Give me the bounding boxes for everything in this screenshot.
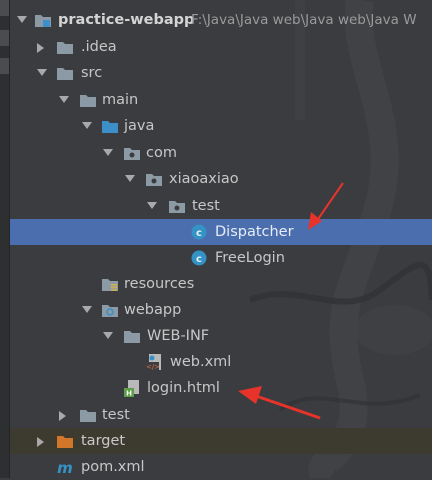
svg-text:</>: </>	[146, 363, 160, 371]
tree-row-main[interactable]: main	[10, 87, 432, 113]
tree-row-target[interactable]: target	[10, 428, 432, 454]
folder-icon	[79, 402, 97, 428]
tree-row-resources[interactable]: resources	[10, 271, 432, 297]
folder-icon	[79, 87, 97, 113]
source-folder-icon	[101, 113, 119, 139]
chevron-down-icon[interactable]	[81, 297, 95, 323]
tree-row-src[interactable]: src	[10, 60, 432, 86]
chevron-down-icon[interactable]	[81, 113, 95, 139]
class-icon: c	[190, 245, 208, 271]
package-icon	[123, 140, 141, 166]
side-tab[interactable]	[0, 30, 9, 46]
chevron-down-icon[interactable]	[102, 140, 116, 166]
side-tab[interactable]	[0, 0, 9, 16]
svg-text:c: c	[196, 254, 202, 265]
tree-row-idea[interactable]: .idea	[10, 34, 432, 60]
tree-label: main	[102, 92, 139, 108]
tree-label: login.html	[147, 380, 220, 396]
package-icon	[168, 193, 186, 219]
svg-text:m: m	[57, 459, 73, 476]
maven-icon: m	[56, 454, 74, 480]
folder-icon	[56, 60, 74, 86]
chevron-down-icon[interactable]	[58, 87, 72, 113]
tree-row-login-html[interactable]: H login.html	[10, 375, 432, 401]
tree-label: xiaoaxiao	[169, 171, 239, 187]
tree-label: test	[192, 198, 220, 214]
chevron-right-icon[interactable]	[36, 34, 50, 60]
tree-label: src	[81, 65, 103, 81]
tree-label: resources	[124, 276, 195, 292]
excluded-folder-icon	[56, 428, 74, 454]
tree-row-test-dir[interactable]: test	[10, 402, 432, 428]
side-tab[interactable]	[0, 58, 9, 74]
tree-label: target	[81, 433, 126, 449]
tree-row-com[interactable]: com	[10, 140, 432, 166]
tree-label: webapp	[124, 302, 182, 318]
project-name: practice-webapp	[58, 12, 195, 28]
chevron-right-icon[interactable]	[58, 402, 72, 428]
tree-row-xiaoaxiao[interactable]: xiaoaxiao	[10, 166, 432, 192]
chevron-down-icon[interactable]	[102, 323, 116, 349]
tree-row-project-root[interactable]: practice-webapp F:\Java\Java web\Java we…	[10, 7, 432, 33]
tree-label: FreeLogin	[215, 250, 285, 266]
svg-text:H: H	[126, 390, 132, 398]
chevron-down-icon[interactable]	[36, 60, 50, 86]
module-folder-icon	[34, 7, 52, 33]
tree-label: .idea	[81, 39, 117, 55]
tree-row-java[interactable]: java	[10, 113, 432, 139]
resources-folder-icon	[101, 271, 119, 297]
tree-label: test	[102, 407, 130, 423]
tree-row-webapp[interactable]: webapp	[10, 297, 432, 323]
chevron-down-icon[interactable]	[16, 7, 30, 33]
tool-window-strip	[0, 0, 10, 478]
tree-row-freelogin[interactable]: c FreeLogin	[10, 245, 432, 271]
folder-icon	[56, 34, 74, 60]
tree-label: java	[124, 118, 155, 134]
tree-label: WEB-INF	[147, 328, 210, 344]
tree-row-dispatcher[interactable]: c Dispatcher	[10, 219, 432, 245]
tree-label: com	[146, 145, 177, 161]
tree-label: Dispatcher	[215, 224, 294, 240]
xml-file-icon: </>	[146, 349, 164, 375]
tree-row-pom-xml[interactable]: m pom.xml	[10, 454, 432, 480]
tree-row-web-inf[interactable]: WEB-INF	[10, 323, 432, 349]
tree-label: pom.xml	[81, 459, 145, 475]
folder-icon	[123, 323, 141, 349]
chevron-down-icon[interactable]	[146, 193, 160, 219]
tree-row-web-xml[interactable]: </> web.xml	[10, 349, 432, 375]
tree-row-test-package[interactable]: test	[10, 193, 432, 219]
chevron-down-icon[interactable]	[124, 166, 138, 192]
web-folder-icon	[101, 297, 119, 323]
html-file-icon: H	[123, 375, 141, 401]
project-path: F:\Java\Java web\Java web\Java W	[191, 12, 417, 28]
svg-text:c: c	[196, 228, 202, 239]
class-icon: c	[190, 219, 208, 245]
chevron-right-icon[interactable]	[36, 428, 50, 454]
tree-label: web.xml	[170, 354, 232, 370]
package-icon	[145, 166, 163, 192]
